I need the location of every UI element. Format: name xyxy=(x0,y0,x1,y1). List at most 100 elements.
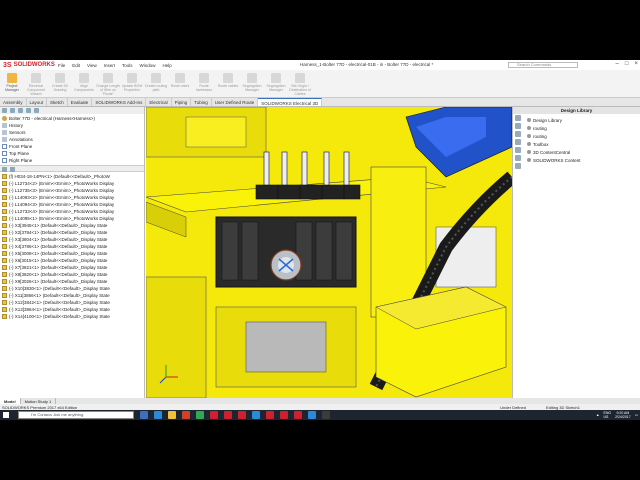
ribbon-button[interactable]: Segregation Manager xyxy=(240,73,264,92)
design-library-item[interactable]: routing xyxy=(527,124,581,132)
menu-item-tools[interactable]: Tools xyxy=(122,63,133,68)
resources-tab-icon[interactable] xyxy=(515,115,521,121)
component-node[interactable]: (-) X12[3842<1> (Default<<Default>_Displ… xyxy=(2,299,142,306)
menu-item-insert[interactable]: Insert xyxy=(104,63,115,68)
tree-view-icon[interactable] xyxy=(10,167,15,172)
tab-tubing[interactable]: Tubing xyxy=(191,98,212,106)
taskbar-app-icon[interactable] xyxy=(252,411,260,419)
design-library-item[interactable]: routing xyxy=(527,132,581,140)
taskbar-app-icon[interactable] xyxy=(308,411,316,419)
tab-evaluate[interactable]: Evaluate xyxy=(68,98,93,106)
component-node[interactable]: (-) X9[3026<1> (Default<<Default>_Displa… xyxy=(2,278,142,285)
component-node[interactable]: (-) L12734<2> (Emim<<Emim>_PhotoWorks Di… xyxy=(2,180,142,187)
tab-layout[interactable]: Layout xyxy=(27,98,48,106)
taskbar-app-icon[interactable] xyxy=(294,411,302,419)
taskbar-app-icon[interactable] xyxy=(196,411,204,419)
tab-piping[interactable]: Piping xyxy=(172,98,192,106)
tree-node[interactable]: Front Plane xyxy=(2,143,142,150)
component-node[interactable]: (-) X10[3830<1> (Default<<Default>_Displ… xyxy=(2,285,142,292)
taskbar-app-icon[interactable] xyxy=(266,411,274,419)
language-indicator[interactable]: ENG US xyxy=(604,411,612,419)
ribbon-button[interactable]: Create routing path xyxy=(144,73,168,92)
taskbar-app-icon[interactable] xyxy=(182,411,190,419)
component-node[interactable]: (-) L14093<2> (Emim<<Emim>_PhotoWorks Di… xyxy=(2,194,142,201)
solidworks-logo[interactable]: 3S SOLIDWORKS xyxy=(0,60,55,70)
design-library-item[interactable]: Toolbox xyxy=(527,140,581,148)
menu-item-help[interactable]: Help xyxy=(163,63,172,68)
menu-item-window[interactable]: Window xyxy=(140,63,156,68)
menu-item-file[interactable]: File xyxy=(58,63,65,68)
config-tab-icon[interactable] xyxy=(18,108,23,113)
taskbar-app-icon[interactable] xyxy=(210,411,218,419)
ribbon-button[interactable]: Project Manager xyxy=(0,73,24,92)
graphics-viewport[interactable] xyxy=(146,107,512,398)
bolter-3d-model[interactable] xyxy=(146,107,512,398)
tab-sketch[interactable]: Sketch xyxy=(47,98,68,106)
taskbar-app-icon[interactable] xyxy=(154,411,162,419)
ribbon-button[interactable]: Create 3D Drawing xyxy=(48,73,72,92)
ribbon-button[interactable]: Change Length of Wire on "Route" xyxy=(96,73,120,96)
search-commands-input[interactable]: Search Commands xyxy=(508,62,578,68)
component-node[interactable]: (-) X5[3008<1> (Default<<Default>_Displa… xyxy=(2,250,142,257)
close-icon[interactable]: × xyxy=(634,61,638,67)
component-node[interactable]: (-) X3[3804<1> (Default<<Default>_Displa… xyxy=(2,236,142,243)
component-node[interactable]: (-) X6[3015<1> (Default<<Default>_Displa… xyxy=(2,257,142,264)
ribbon-button[interactable]: Segregation Manager xyxy=(264,73,288,92)
file-explorer-tab-icon[interactable] xyxy=(515,131,521,137)
tab-electrical[interactable]: Electrical xyxy=(146,98,172,106)
design-library-item[interactable]: Design Library xyxy=(527,116,581,124)
component-node[interactable]: (-) X13[3864<1> (Default<<Default>_Displ… xyxy=(2,306,142,313)
electrical-tab-icon[interactable] xyxy=(515,163,521,169)
taskbar-app-icon[interactable] xyxy=(224,411,232,419)
tree-node[interactable]: Bolter 77D - electrical (Harness<Harness… xyxy=(2,115,142,122)
menu-item-edit[interactable]: Edit xyxy=(72,63,80,68)
filter-icon[interactable] xyxy=(2,167,7,172)
minimize-icon[interactable]: – xyxy=(616,61,619,67)
tab-solidworks-add-ins[interactable]: SOLIDWORKS Add-Ins xyxy=(92,98,147,106)
tab-assembly[interactable]: Assembly xyxy=(0,98,27,106)
appearances-tab-icon[interactable] xyxy=(515,147,521,153)
tab-solidworks-electrical-3d[interactable]: SOLIDWORKS Electrical 3D xyxy=(258,98,323,106)
component-node[interactable]: (-) X3[3945<1> (Default<<Default>_Displa… xyxy=(2,222,142,229)
ribbon-button[interactable]: Update BOM Properties xyxy=(120,73,144,92)
taskbar-app-icon[interactable] xyxy=(168,411,176,419)
taskbar-app-icon[interactable] xyxy=(322,411,330,419)
custom-properties-tab-icon[interactable] xyxy=(515,155,521,161)
component-node[interactable]: (-) X14[4100<1> (Default<<Default>_Displ… xyxy=(2,313,142,320)
valve-bank[interactable] xyxy=(215,216,357,288)
component-node[interactable]: (-) L14094<3> (Emim<<Emim>_PhotoWorks Di… xyxy=(2,201,142,208)
property-tab-icon[interactable] xyxy=(10,108,15,113)
component-node[interactable]: (-) L12733<4> (Emim<<Emim>_PhotoWorks Di… xyxy=(2,208,142,215)
ribbon-button[interactable]: Route cables xyxy=(216,73,240,88)
component-node[interactable]: (-) X2[3784<1> (Default<<Default>_Displa… xyxy=(2,229,142,236)
clock[interactable]: 9:20 AM 2/24/2017 xyxy=(615,411,631,419)
tree-node[interactable]: History xyxy=(2,122,142,129)
component-node[interactable]: (-) X4[3786<1> (Default<<Default>_Displa… xyxy=(2,243,142,250)
network-icon[interactable]: ▲ xyxy=(596,413,599,417)
menu-item-view[interactable]: View xyxy=(87,63,97,68)
tab-user-defined-route[interactable]: User Defined Route xyxy=(212,98,259,106)
taskbar-app-icon[interactable] xyxy=(140,411,148,419)
ribbon-button[interactable]: Electrical Component Wizard xyxy=(24,73,48,96)
component-node[interactable]: (-) L12735<3> (Emim<<Emim>_PhotoWorks Di… xyxy=(2,187,142,194)
maximize-icon[interactable]: □ xyxy=(625,61,629,67)
display-tab-icon[interactable] xyxy=(34,108,39,113)
windows-start-icon[interactable] xyxy=(3,412,9,418)
component-node[interactable]: (-) L14095<1> (Emim<<Emim>_PhotoWorks Di… xyxy=(2,215,142,222)
component-node[interactable]: (f) H034-18-14PN<1> (Default<<Default>_P… xyxy=(2,173,142,180)
design-library-tab-icon[interactable] xyxy=(515,123,521,129)
ribbon-button[interactable]: Route harnesses xyxy=(192,73,216,92)
component-node[interactable]: (-) X7[3821<1> (Default<<Default>_Displa… xyxy=(2,264,142,271)
ribbon-button[interactable]: Set Origin / Destination of Cables xyxy=(288,73,312,96)
component-node[interactable]: (-) X11[3866<1> (Default<<Default>_Displ… xyxy=(2,292,142,299)
view-palette-tab-icon[interactable] xyxy=(515,139,521,145)
ribbon-button[interactable]: Align Components xyxy=(72,73,96,92)
tree-node[interactable]: Right Plane xyxy=(2,157,142,164)
component-node[interactable]: (-) X8[3820<1> (Default<<Default>_Displa… xyxy=(2,271,142,278)
tree-node[interactable]: Sensors xyxy=(2,129,142,136)
notification-icon[interactable]: ▭ xyxy=(635,413,638,417)
ribbon-button[interactable]: Route wires xyxy=(168,73,192,88)
design-library-item[interactable]: SOLIDWORKS Content xyxy=(527,156,581,164)
design-library-item[interactable]: 3D ContentCentral xyxy=(527,148,581,156)
tree-node[interactable]: Top Plane xyxy=(2,150,142,157)
